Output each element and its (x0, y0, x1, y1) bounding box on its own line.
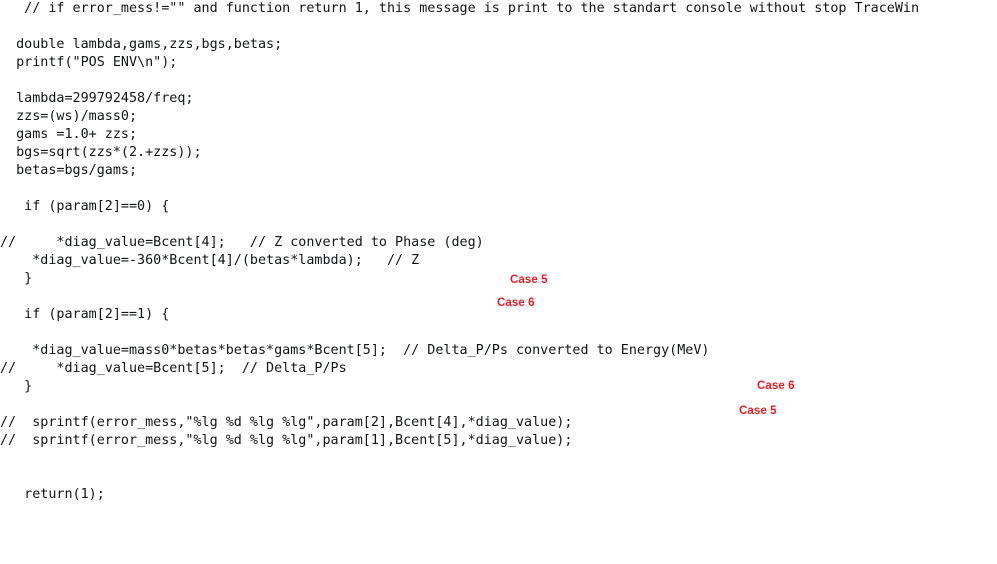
code-line: // sprintf(error_mess,"%lg %d %lg %lg",p… (0, 415, 573, 430)
code-line: lambda=299792458/freq; (0, 91, 194, 106)
annotation-case-6-energy: Case 6 (757, 380, 795, 392)
code-line: bgs=sqrt(zzs*(2.+zzs)); (0, 145, 202, 160)
annotation-case-6-zphase: Case 6 (497, 297, 535, 309)
code-line: if (param[2]==0) { (0, 199, 170, 214)
code-listing[interactable]: // if error_mess!="" and function return… (0, 0, 997, 504)
annotation-case-5-zphase: Case 5 (510, 274, 548, 286)
code-line: *diag_value=mass0*betas*betas*gams*Bcent… (0, 343, 710, 358)
annotation-case-5-energy: Case 5 (739, 405, 777, 417)
code-snippet-page: // if error_mess!="" and function return… (0, 0, 997, 564)
code-line: // *diag_value=Bcent[4]; // Z converted … (0, 235, 484, 250)
code-line: double lambda,gams,zzs,bgs,betas; (0, 37, 283, 52)
code-line: betas=bgs/gams; (0, 163, 138, 178)
code-line: printf("POS ENV\n"); (0, 55, 178, 70)
code-line: // *diag_value=Bcent[5]; // Delta_P/Ps (0, 361, 347, 376)
code-line: gams =1.0+ zzs; (0, 127, 138, 142)
code-line: return(1); (0, 487, 105, 502)
code-line: // sprintf(error_mess,"%lg %d %lg %lg",p… (0, 433, 573, 448)
code-line: zzs=(ws)/mass0; (0, 109, 138, 124)
code-line: *diag_value=-360*Bcent[4]/(betas*lambda)… (0, 253, 420, 268)
code-line: // if error_mess!="" and function return… (0, 1, 920, 16)
code-line: } (0, 379, 33, 394)
code-line: } (0, 271, 33, 286)
